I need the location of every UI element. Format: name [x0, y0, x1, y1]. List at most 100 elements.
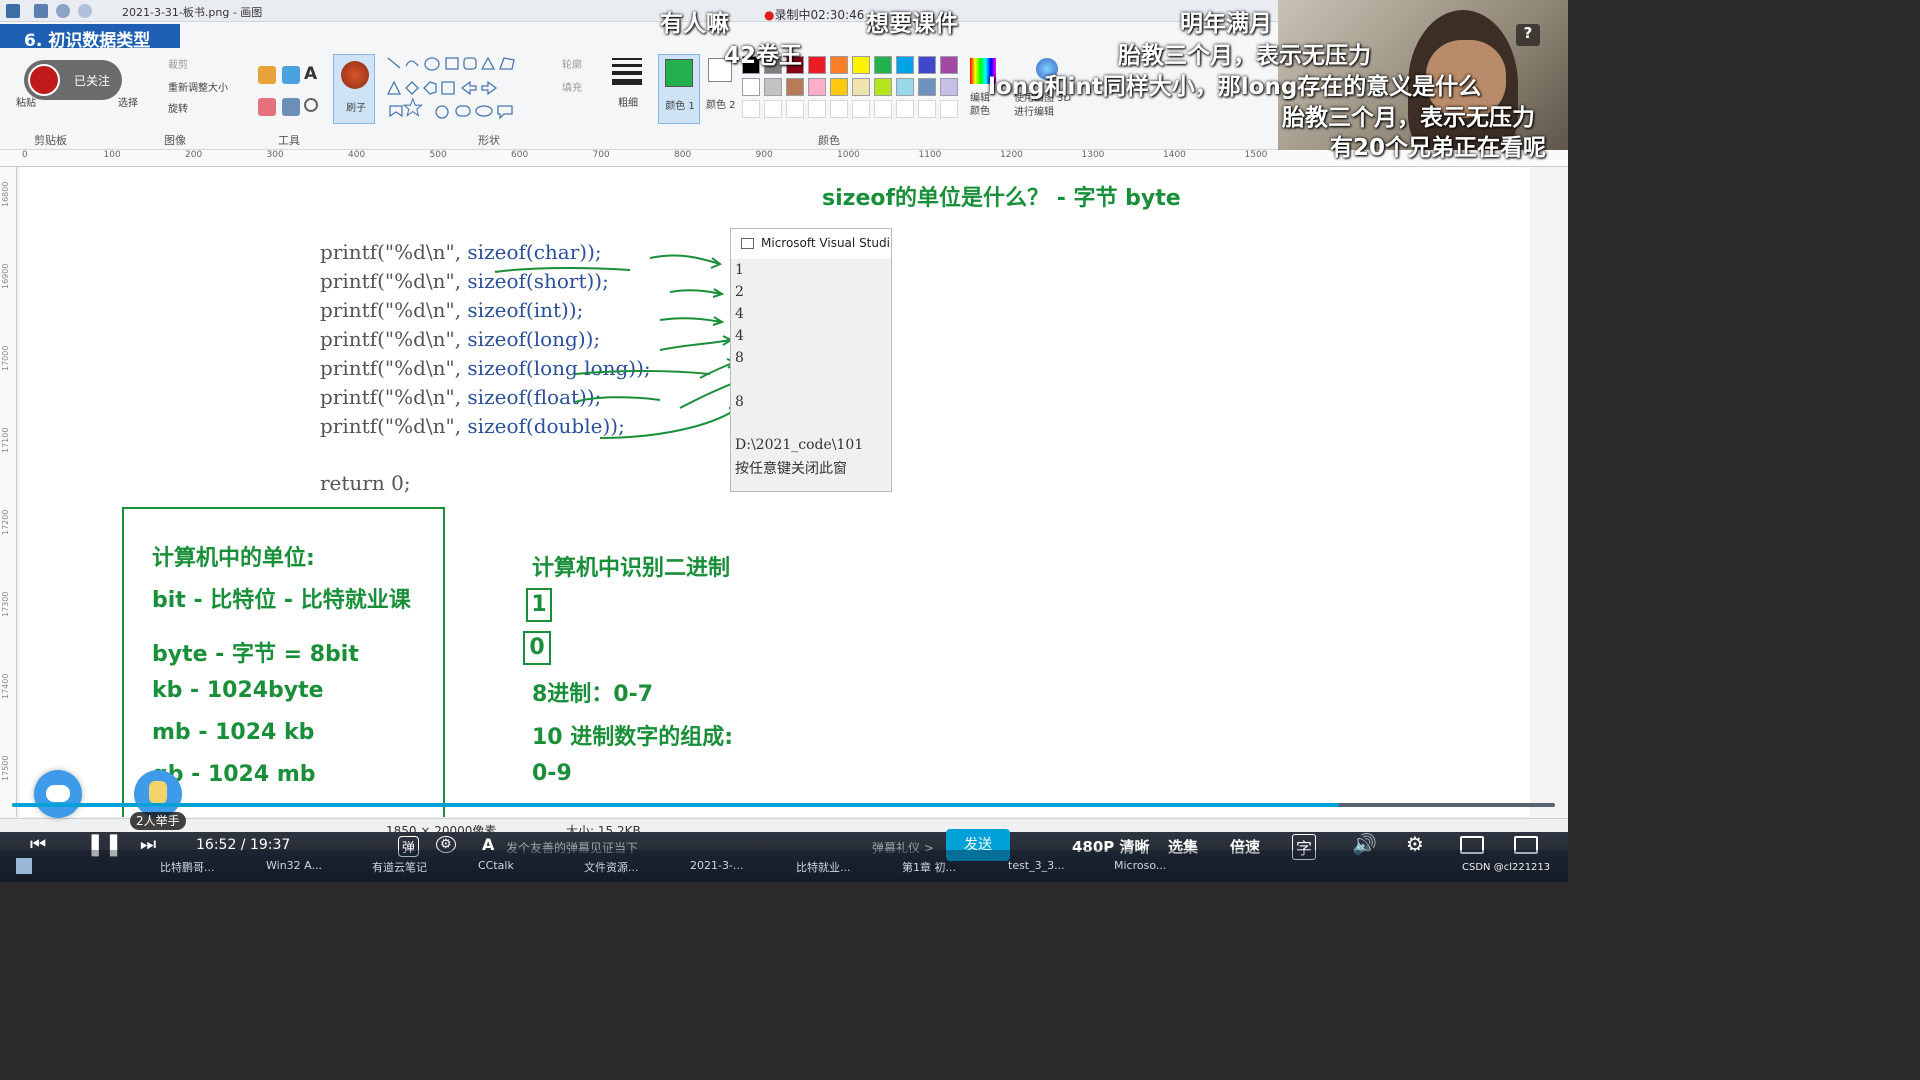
pencil-icon[interactable]	[258, 66, 276, 84]
console-path: D:\2021_code\101	[735, 437, 864, 453]
brush-button[interactable]: 刷子	[333, 54, 375, 124]
undo-icon[interactable]	[56, 4, 70, 18]
palette-swatch[interactable]	[742, 78, 760, 96]
paste-label[interactable]: 粘贴	[16, 94, 36, 109]
taskbar-item[interactable]: 第1章 初...	[902, 859, 956, 875]
chat-bubble-button[interactable]	[34, 770, 82, 818]
palette-swatch[interactable]	[874, 56, 892, 74]
palette-swatch[interactable]	[808, 56, 826, 74]
palette-swatch[interactable]	[874, 78, 892, 96]
ruler-tick-label: 17400	[1, 673, 10, 699]
outline-button[interactable]: 轮廓	[562, 56, 582, 71]
palette-swatch[interactable]	[918, 56, 936, 74]
follow-pill[interactable]: 已关注	[24, 60, 122, 100]
palette-swatch[interactable]	[808, 78, 826, 96]
rotate-button[interactable]: 旋转	[168, 100, 188, 115]
console-output: 8	[735, 350, 744, 366]
ruler-tick-label: 17000	[1, 345, 10, 371]
video-progress-fill[interactable]	[12, 803, 1339, 807]
taskbar-item[interactable]: Microso...	[1114, 859, 1166, 872]
decimal-range: 0-9	[532, 761, 572, 786]
color2-label: 颜色 2	[706, 100, 736, 111]
palette-custom-slot[interactable]	[874, 100, 892, 118]
brush-icon	[341, 61, 369, 89]
ruler-tick-label: 0	[22, 150, 28, 160]
binary-title: 计算机中识别二进制	[532, 556, 731, 581]
follow-label[interactable]: 已关注	[74, 72, 110, 89]
danmaku-comment: long和int同样大小，那long存在的意义是什么	[988, 74, 1482, 100]
taskbar-item[interactable]: CCtalk	[478, 859, 514, 872]
octal-text: 8进制：0-7	[532, 682, 654, 707]
eraser-icon[interactable]	[258, 98, 276, 116]
palette-custom-slot[interactable]	[940, 100, 958, 118]
taskbar-item[interactable]: 有道云笔记	[372, 859, 427, 875]
palette-swatch[interactable]	[940, 78, 958, 96]
taskbar-item[interactable]: 2021-3-...	[690, 859, 743, 872]
danmaku-comment: 有人嘛	[660, 11, 729, 37]
underline	[574, 396, 661, 403]
palette-swatch[interactable]	[918, 78, 936, 96]
palette-custom-slot[interactable]	[764, 100, 782, 118]
channel-avatar[interactable]	[28, 64, 60, 96]
ruler-tick-label: 400	[348, 150, 366, 160]
palette-swatch[interactable]	[896, 56, 914, 74]
palette-swatch[interactable]	[830, 56, 848, 74]
palette-swatch[interactable]	[852, 78, 870, 96]
taskbar-item[interactable]: 比特就业...	[796, 859, 851, 875]
arrow-short	[669, 289, 723, 295]
chat-icon	[46, 785, 70, 802]
danmaku-comment: 想要课件	[866, 11, 958, 37]
units-title: 计算机中的单位:	[152, 546, 315, 571]
select-label[interactable]: 选择	[118, 94, 138, 109]
console-output: 4	[735, 328, 744, 344]
console-press-key: 按任意键关闭此窗	[735, 461, 847, 477]
ruler-tick-label: 200	[185, 150, 203, 160]
palette-swatch[interactable]	[852, 56, 870, 74]
fill-button[interactable]: 填充	[562, 79, 582, 94]
help-icon[interactable]: ?	[1516, 24, 1540, 46]
danmaku-comment: 胎教三个月，表示无压力	[1118, 43, 1371, 69]
ruler-tick-label: 1300	[1081, 150, 1105, 160]
palette-swatch[interactable]	[764, 78, 782, 96]
ruler-tick-label: 17200	[1, 509, 10, 535]
taskbar-item[interactable]: 比特鹏哥...	[160, 859, 215, 875]
save-icon[interactable]	[34, 4, 48, 18]
ruler-tick-label: 17500	[1, 755, 10, 781]
text-tool-icon[interactable]: A	[304, 64, 317, 84]
taskbar-item[interactable]: Win32 A...	[266, 859, 322, 872]
palette-swatch[interactable]	[830, 78, 848, 96]
size-label: 粗细	[618, 98, 638, 109]
windows-start-icon[interactable]	[16, 858, 32, 874]
palette-custom-slot[interactable]	[830, 100, 848, 118]
color1-button[interactable]: 颜色 1	[658, 54, 700, 124]
arrow-double	[599, 409, 736, 439]
palette-swatch[interactable]	[786, 78, 804, 96]
shapes-gallery[interactable]	[384, 54, 532, 124]
palette-custom-slot[interactable]	[896, 100, 914, 118]
magnifier-icon[interactable]	[304, 98, 318, 112]
palette-custom-slot[interactable]	[742, 100, 760, 118]
fill-bucket-icon[interactable]	[282, 66, 300, 84]
unit-mb: mb - 1024 kb	[152, 720, 315, 745]
palette-custom-slot[interactable]	[852, 100, 870, 118]
taskbar-item[interactable]: 文件资源...	[584, 859, 639, 875]
palette-swatch[interactable]	[896, 78, 914, 96]
ruler-tick-label: 1000	[837, 150, 860, 160]
raise-hand-button[interactable]	[134, 770, 182, 818]
palette-custom-slot[interactable]	[808, 100, 826, 118]
resize-button[interactable]: 重新调整大小	[168, 79, 228, 94]
size-button[interactable]: 粗细	[612, 56, 642, 116]
palette-custom-slot[interactable]	[786, 100, 804, 118]
console-output: 2	[735, 284, 744, 300]
binary-digit-zero: 0	[523, 631, 551, 665]
group-label-colors: 颜色	[818, 134, 840, 147]
code-printf: printf("%d\n",	[320, 298, 468, 322]
danmaku-comment: 42卷王	[724, 43, 803, 69]
redo-icon[interactable]	[78, 4, 92, 18]
palette-swatch[interactable]	[940, 56, 958, 74]
taskbar-item[interactable]: test_3_3...	[1008, 859, 1065, 872]
palette-custom-slot[interactable]	[918, 100, 936, 118]
crop-button[interactable]: 裁剪	[168, 56, 188, 71]
color1-swatch	[665, 59, 693, 87]
color-picker-icon[interactable]	[282, 98, 300, 116]
